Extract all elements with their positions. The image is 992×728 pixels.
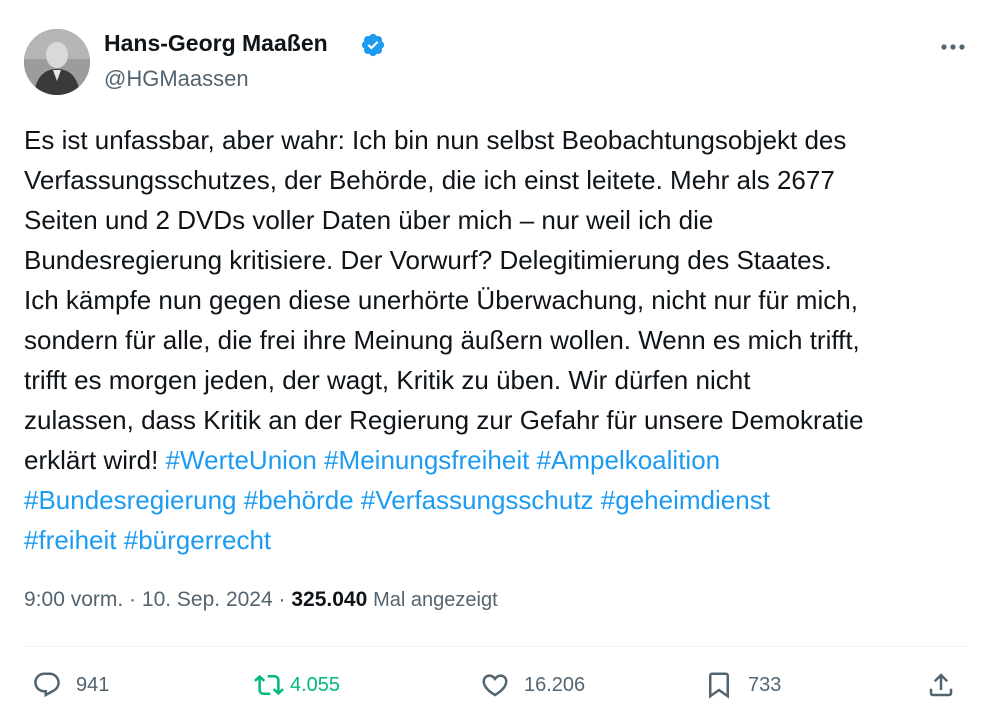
bookmark-count: 733 (748, 673, 782, 696)
hashtag-link[interactable]: #Bundesregierung (24, 485, 237, 515)
hashtag-line-3: #freiheit #bürgerrecht (24, 520, 271, 560)
hashtag-link[interactable]: #Verfassungsschutz (361, 485, 594, 515)
repost-button[interactable]: 4.055 (254, 668, 340, 702)
hashtag-link[interactable]: #freiheit (24, 525, 117, 555)
more-options-icon[interactable] (936, 30, 970, 64)
tweet-text-end: erklärt wird! (24, 445, 159, 475)
tweet-date[interactable]: 10. Sep. 2024 (142, 588, 273, 611)
tweet-text-end-with-hashtags: erklärt wird! #WerteUnion #Meinungsfreih… (24, 440, 720, 480)
heart-icon (482, 674, 508, 697)
share-button[interactable] (926, 668, 956, 702)
action-bar: 941 4.055 16.206 733 (0, 650, 992, 720)
meta-separator: · (272, 588, 292, 611)
repost-count: 4.055 (290, 673, 341, 696)
tweet-text: Es ist unfassbar, aber wahr: Ich bin nun… (24, 125, 864, 435)
share-icon (929, 673, 953, 697)
bookmark-button[interactable]: 733 (704, 668, 781, 702)
avatar[interactable] (24, 29, 90, 95)
author-name[interactable]: Hans-Georg Maaßen (104, 30, 328, 57)
reply-count: 941 (76, 673, 110, 696)
meta-separator: · (123, 588, 142, 611)
like-button[interactable]: 16.206 (480, 668, 585, 702)
hashtag-link[interactable]: #geheimdienst (601, 485, 770, 515)
reply-button[interactable]: 941 (32, 668, 109, 702)
like-count: 16.206 (524, 673, 586, 696)
hashtag-line-2: #Bundesregierung #behörde #Verfassungssc… (24, 480, 770, 520)
tweet-meta: 9:00 vorm. · 10. Sep. 2024 · 325.040 Mal… (24, 588, 498, 612)
hashtag-link[interactable]: #bürgerrecht (124, 525, 271, 555)
repost-icon (254, 674, 284, 696)
divider (24, 646, 968, 647)
views-count: 325.040 (291, 588, 368, 611)
verified-badge-icon[interactable] (360, 32, 386, 58)
hashtag-link[interactable]: #Meinungsfreiheit (324, 445, 529, 475)
tweet-time[interactable]: 9:00 vorm. (24, 588, 123, 611)
author-handle[interactable]: @HGMaassen (104, 66, 249, 92)
reply-icon (34, 672, 60, 698)
tweet-card: Hans-Georg Maaßen @HGMaassen Es ist unfa… (0, 0, 992, 728)
views-label: Mal angezeigt (373, 589, 498, 611)
bookmark-icon (709, 672, 729, 699)
hashtag-link[interactable]: #WerteUnion (166, 445, 317, 475)
hashtag-link[interactable]: #Ampelkoalition (537, 445, 721, 475)
hashtag-link[interactable]: #behörde (244, 485, 354, 515)
